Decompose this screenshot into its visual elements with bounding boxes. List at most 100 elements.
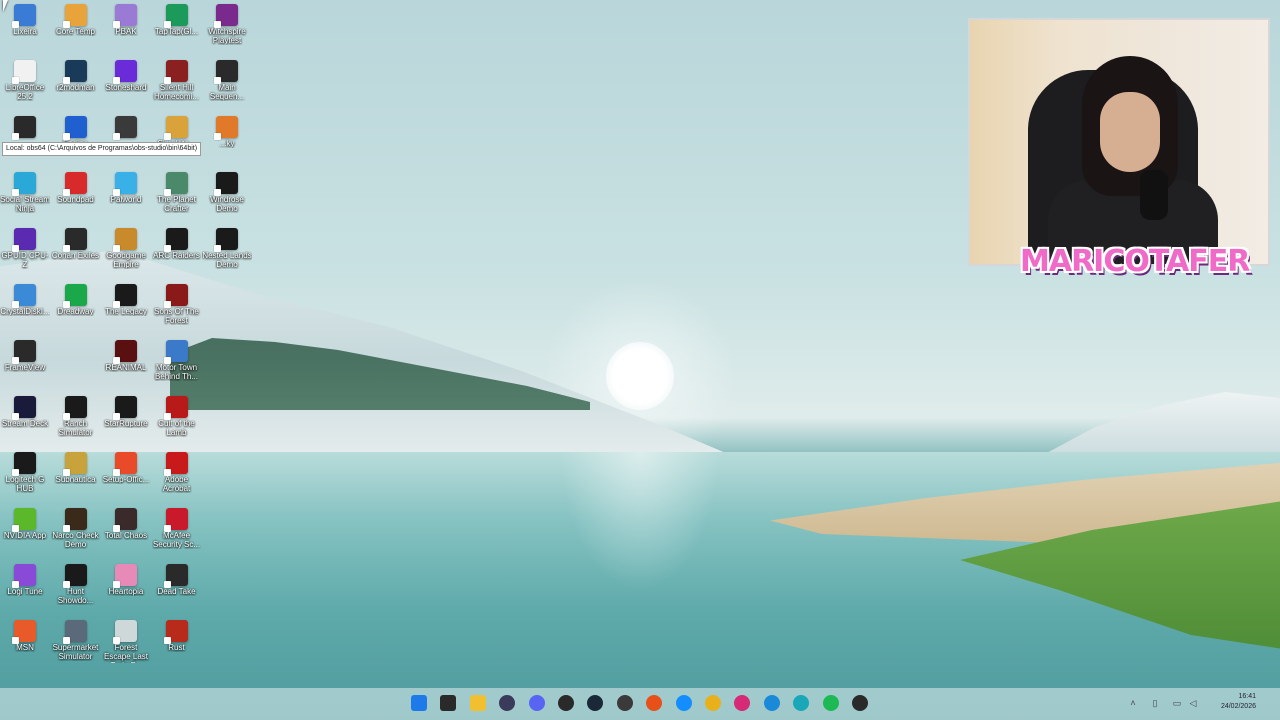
desktop-icon[interactable]: Heartopia	[101, 560, 151, 614]
desktop-icon[interactable]: Setup-Offic...	[101, 448, 151, 502]
desktop-icon[interactable]: Simulato...	[152, 112, 202, 166]
desktop-icon-label: Core Temp	[56, 27, 95, 36]
app-icon	[12, 4, 36, 28]
desktop-icon[interactable]: Witchspire Playtest	[202, 0, 252, 54]
desktop-icon-label: Heartopia	[108, 587, 144, 596]
desktop-icon-label: CrystalDiskI...	[0, 307, 50, 316]
desktop-icon[interactable]: PBAK	[101, 0, 151, 54]
desktop-icon[interactable]: LibreOffice 25.2	[0, 56, 50, 110]
app-icon	[62, 452, 87, 476]
desktop-icon[interactable]: GPUID CPU-Z	[0, 224, 50, 278]
desktop-icon[interactable]: Sons Of The Forest	[152, 280, 202, 334]
desktop-icon[interactable]: TapTap(Gl...	[152, 0, 202, 54]
app-icon	[12, 508, 36, 532]
game-overlay-icon[interactable]	[496, 692, 518, 714]
volume-icon[interactable]: ◁	[1188, 698, 1198, 708]
desktop-icon[interactable]: Dreadway	[51, 280, 101, 334]
copilot-icon[interactable]	[790, 692, 812, 714]
app-icon	[113, 116, 137, 140]
task-view-glyph	[440, 695, 457, 711]
desktop-icon[interactable]: CrystalDiskI...	[0, 280, 50, 334]
desktop-icon[interactable]: FrameView	[0, 336, 50, 390]
desktop-icon[interactable]: Goodgame Empire	[101, 224, 151, 278]
spotify-icon[interactable]	[820, 692, 842, 714]
desktop-icon[interactable]: Subnautica	[51, 448, 101, 502]
desktop-icon[interactable]: r2modman	[51, 56, 101, 110]
desktop-icon-label: Social Stream Ninja	[0, 195, 50, 213]
app-icon	[113, 228, 137, 252]
network-icon[interactable]: ▭	[1172, 698, 1182, 708]
desktop-icon[interactable]: Palworld	[101, 168, 151, 222]
desktop-icon[interactable]: Social Stream Ninja	[0, 168, 50, 222]
desktop-icon[interactable]: Windrose Demo	[202, 168, 252, 222]
steam-icon[interactable]	[584, 692, 606, 714]
brave-glyph	[646, 695, 663, 711]
chrome-icon[interactable]	[702, 692, 724, 714]
recording-icon[interactable]	[849, 692, 871, 714]
app-icon	[12, 452, 36, 476]
desktop-icon[interactable]: Core Temp	[51, 0, 101, 54]
desktop-icon[interactable]: ARC Raiders	[152, 224, 202, 278]
game-overlay-glyph	[499, 695, 516, 711]
chevron-up-icon[interactable]: ˄	[1128, 698, 1138, 708]
usb-icon[interactable]: ▯	[1150, 698, 1160, 708]
streamer-name-logo: MARICOTAFER	[1020, 244, 1250, 279]
desktop-icon[interactable]: Logitech G HUB	[0, 448, 50, 502]
start-icon[interactable]	[408, 692, 430, 714]
desktop-icon[interactable]: Dead Take	[152, 560, 202, 614]
desktop-icon[interactable]: MSN	[0, 616, 50, 670]
desktop-icon[interactable]: Engine	[51, 112, 101, 166]
battle-net-icon[interactable]	[673, 692, 695, 714]
desktop-icon[interactable]: Logi Tune	[0, 560, 50, 614]
file-explorer-icon[interactable]	[467, 692, 489, 714]
desktop-icon[interactable]: StarRupture	[101, 392, 151, 446]
desktop-icon-label: The Legacy	[105, 307, 147, 316]
desktop-icon[interactable]: Nested Lands Demo	[202, 224, 252, 278]
desktop-icon-label: ARC Raiders	[153, 251, 200, 260]
desktop-icon[interactable]: The Legacy	[101, 280, 151, 334]
desktop-icon[interactable]: McAfee Security Sc...	[152, 504, 202, 558]
edge-icon[interactable]	[761, 692, 783, 714]
desktop-icon[interactable]: NVIDIA App	[0, 504, 50, 558]
desktop-icon-label: PBAK	[115, 27, 137, 36]
desktop-icon[interactable]: Silent Hill Homecomi...	[152, 56, 202, 110]
obs-glyph	[616, 695, 633, 711]
desktop-icon[interactable]: Soundpad	[51, 168, 101, 222]
desktop-icon[interactable]: Adobe Acrobat	[152, 448, 202, 502]
battle-net-glyph	[675, 695, 692, 711]
taskbar-clock[interactable]: 16:41 24/02/2026	[1208, 692, 1256, 712]
desktop-icon-label: Stream Deck	[1, 419, 49, 428]
app-icon	[113, 340, 137, 364]
app-icon	[12, 116, 36, 140]
desktop-icon[interactable]: Stoneshard	[101, 56, 151, 110]
discord-icon[interactable]	[526, 692, 548, 714]
desktop-icon[interactable]: ...ky	[202, 112, 252, 166]
desktop-icon[interactable]: Rust	[152, 616, 202, 670]
desktop-icon[interactable]: REANIMAL	[101, 336, 151, 390]
desktop-icon-label: Silent Hill Homecomi...	[154, 83, 199, 101]
desktop-icon-label: Rust	[168, 643, 185, 652]
desktop-icon[interactable]: Hunt Showdo...	[51, 560, 101, 614]
desktop-icon[interactable]: Ranch Simulator	[51, 392, 101, 446]
desktop-icon-label: Logi Tune	[7, 587, 43, 596]
obs-icon[interactable]	[614, 692, 636, 714]
task-view-icon[interactable]	[437, 692, 459, 714]
desktop-icon[interactable]: Main Sequen...	[202, 56, 252, 110]
desktop-icon[interactable]: Conan Exiles	[51, 224, 101, 278]
desktop-icon-label: Forest Escape Last Train P...	[103, 643, 149, 663]
desktop-icon[interactable]: Cult of the Lamb	[152, 392, 202, 446]
app-icon	[163, 284, 188, 308]
desktop-icon[interactable]: Forest Escape Last Train P...	[101, 616, 151, 670]
instagram-icon[interactable]	[731, 692, 753, 714]
epic-games-icon[interactable]	[555, 692, 577, 714]
desktop-icon[interactable]: Narco Check Demo	[51, 504, 101, 558]
desktop-icon[interactable]: Total Chaos	[101, 504, 151, 558]
desktop-icon[interactable]	[0, 112, 50, 166]
desktop-icon[interactable]: Motor Town Behind Th...	[152, 336, 202, 390]
file-explorer-glyph	[469, 695, 486, 711]
desktop-icon[interactable]: Stream Deck	[0, 392, 50, 446]
desktop-icon[interactable]	[101, 112, 151, 166]
desktop-icon[interactable]: Supermarket Simulator	[51, 616, 101, 670]
brave-icon[interactable]	[643, 692, 665, 714]
desktop-icon[interactable]: The Planet Crafter	[152, 168, 202, 222]
